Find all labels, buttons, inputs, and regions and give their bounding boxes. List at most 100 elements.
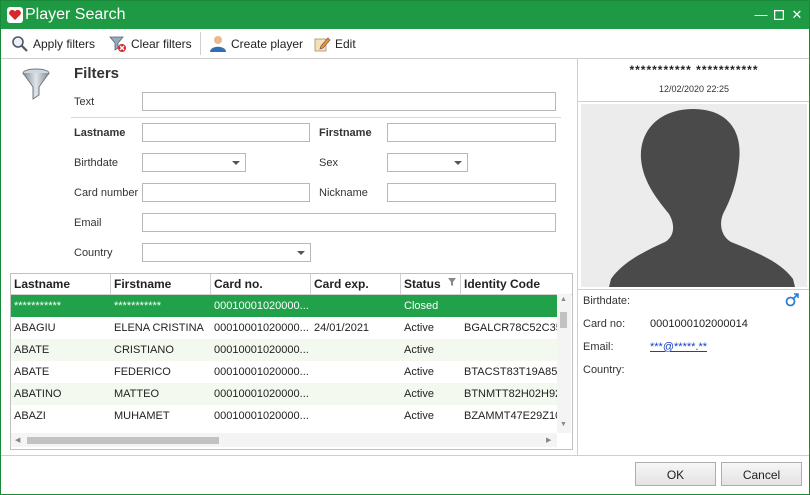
birthdate-dropdown[interactable]: [142, 153, 246, 172]
grid-vertical-scrollbar[interactable]: ▲ ▼: [557, 294, 571, 433]
table-row[interactable]: ABAGIU ELENA CRISTINA 00010001020000... …: [11, 317, 557, 339]
column-header-status[interactable]: Status: [401, 274, 461, 294]
cell-lastname: ***********: [14, 300, 62, 312]
create-player-button[interactable]: Create player: [209, 34, 303, 54]
table-row[interactable]: *********** *********** 00010001020000..…: [11, 295, 557, 317]
filters-heading: Filters: [74, 65, 120, 82]
cell-status: Active: [404, 322, 434, 334]
chevron-down-icon: [454, 161, 462, 165]
column-header-card-exp[interactable]: Card exp.: [311, 274, 401, 294]
cell-status: Closed: [404, 300, 439, 312]
firstname-input[interactable]: [387, 123, 556, 142]
text-input[interactable]: [142, 92, 556, 111]
scroll-up-icon[interactable]: ▲: [560, 296, 567, 303]
player-name: *********** ***********: [629, 63, 759, 77]
cell-identity-code: BGALCR78C52C35: [464, 322, 557, 334]
table-row[interactable]: ABATE FEDERICO 00010001020000... Active …: [11, 361, 557, 383]
email-detail-label: Email:: [583, 341, 614, 353]
edit-button[interactable]: Edit: [313, 34, 356, 54]
edit-label: Edit: [335, 37, 356, 51]
cell-card-exp: [311, 339, 401, 361]
player-search-window: Player Search — ✕ Apply filters Clear fi…: [0, 0, 810, 495]
close-icon[interactable]: ✕: [789, 7, 805, 23]
table-row[interactable]: ABATINO MATTEO 00010001020000... Active …: [11, 383, 557, 405]
column-filter-icon[interactable]: [448, 278, 456, 286]
column-header-identity-code[interactable]: Identity Code: [461, 274, 572, 294]
grid-horizontal-scrollbar[interactable]: ◀ ▶: [11, 433, 557, 447]
magnifier-icon: [12, 36, 28, 52]
cell-firstname: MATTEO: [114, 388, 160, 400]
scroll-down-icon[interactable]: ▼: [560, 421, 567, 428]
detail-divider: [578, 101, 809, 102]
cell-identity-code: BTNMTT82H02H92: [464, 388, 557, 400]
birthdate-detail-label: Birthdate:: [583, 295, 631, 307]
cell-identity-code: [461, 295, 557, 317]
cell-lastname: ABATE: [14, 344, 50, 356]
cell-identity-code: [461, 339, 557, 361]
column-header-lastname[interactable]: Lastname: [11, 274, 111, 294]
birthdate-label: Birthdate: [74, 157, 119, 169]
sex-dropdown[interactable]: [387, 153, 468, 172]
ok-button[interactable]: OK: [635, 462, 716, 486]
horizontal-scroll-thumb[interactable]: [27, 437, 219, 444]
country-detail-label: Country:: [583, 364, 625, 376]
player-photo: [581, 104, 807, 287]
cell-firstname: ***********: [114, 300, 162, 312]
table-row[interactable]: ABAZI MUHAMET 00010001020000... Active B…: [11, 405, 557, 427]
cell-card-no: 00010001020000...: [214, 366, 309, 378]
email-link[interactable]: ***@*****.**: [650, 341, 707, 353]
card-number-label: Card number: [74, 187, 139, 199]
cancel-button[interactable]: Cancel: [721, 462, 802, 486]
column-header-card-no[interactable]: Card no.: [211, 274, 311, 294]
cell-lastname: ABATE: [14, 366, 50, 378]
cell-status: Active: [404, 344, 434, 356]
cell-firstname: ELENA CRISTINA: [114, 322, 204, 334]
player-detail-panel: *********** *********** 12/02/2020 22:25…: [577, 59, 809, 455]
email-input[interactable]: [142, 213, 556, 232]
country-label: Country: [74, 247, 113, 259]
scroll-left-icon[interactable]: ◀: [15, 436, 20, 444]
filters-divider: [71, 117, 561, 118]
text-label: Text: [74, 96, 95, 108]
create-player-label: Create player: [231, 37, 304, 51]
cell-card-no: 00010001020000...: [214, 322, 309, 334]
app-heart-icon: [7, 7, 23, 23]
apply-filters-label: Apply filters: [33, 37, 96, 51]
vertical-scroll-thumb[interactable]: [560, 312, 567, 328]
cell-firstname: MUHAMET: [114, 410, 170, 422]
maximize-icon[interactable]: [771, 7, 787, 23]
country-dropdown[interactable]: [142, 243, 311, 262]
column-header-firstname[interactable]: Firstname: [111, 274, 211, 294]
cell-card-exp: [311, 383, 401, 405]
players-grid[interactable]: Lastname Firstname Card no. Card exp. St…: [10, 273, 573, 450]
scroll-right-icon[interactable]: ▶: [546, 436, 551, 444]
title-bar: Player Search — ✕: [1, 1, 809, 29]
cell-identity-code: BZAMMT47E29Z10: [464, 410, 557, 422]
clear-filters-button[interactable]: Clear filters: [109, 34, 192, 54]
firstname-label: Firstname: [319, 127, 372, 139]
minimize-icon[interactable]: —: [753, 7, 769, 23]
sex-label: Sex: [319, 157, 338, 169]
lastname-input[interactable]: [142, 123, 310, 142]
card-number-input[interactable]: [142, 183, 310, 202]
apply-filters-button[interactable]: Apply filters: [11, 34, 95, 54]
nickname-label: Nickname: [319, 187, 368, 199]
player-datetime: 12/02/2020 22:25: [658, 84, 730, 94]
chevron-down-icon: [232, 161, 240, 165]
cell-card-no: 00010001020000...: [214, 410, 309, 422]
table-row[interactable]: ABATE CRISTIANO 00010001020000... Active: [11, 339, 557, 361]
status-header-label: Status: [404, 277, 441, 291]
card-no-detail-label: Card no:: [583, 318, 626, 330]
lastname-label: Lastname: [74, 127, 126, 139]
card-no-value: 0001000102000014: [650, 318, 748, 330]
cell-status: Active: [404, 410, 434, 422]
cell-lastname: ABATINO: [14, 388, 62, 400]
cell-card-exp: [311, 361, 401, 383]
cell-lastname: ABAZI: [14, 410, 46, 422]
funnel-icon: [22, 68, 50, 100]
window-title: Player Search: [25, 6, 126, 23]
user-add-icon: [210, 36, 226, 52]
dialog-footer: OK Cancel: [1, 455, 809, 494]
cell-status: Active: [404, 388, 434, 400]
nickname-input[interactable]: [387, 183, 556, 202]
